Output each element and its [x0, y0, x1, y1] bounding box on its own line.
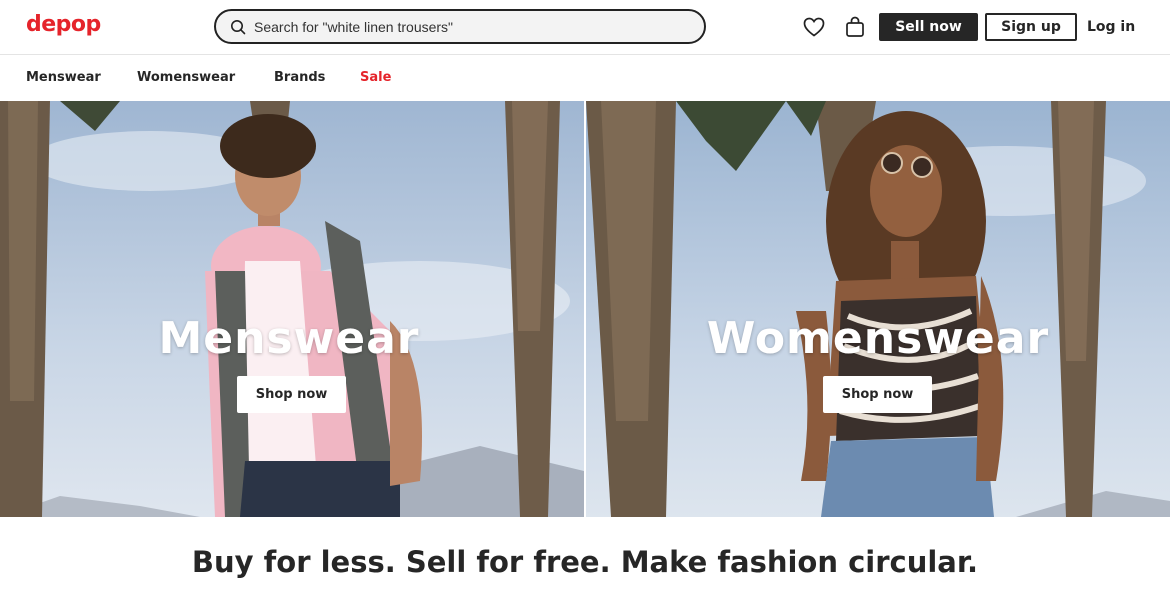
hero-womenswear-image	[586, 101, 1170, 517]
nav-item-brands[interactable]: Brands	[274, 70, 325, 85]
depop-logo[interactable]: depop	[26, 12, 101, 37]
search-icon	[231, 19, 246, 34]
hero-menswear-image	[0, 101, 584, 517]
heart-icon[interactable]	[802, 15, 826, 39]
hero-menswear[interactable]: Menswear Shop now	[0, 101, 584, 517]
bag-icon[interactable]	[843, 15, 867, 39]
sign-up-button[interactable]: Sign up	[985, 13, 1077, 41]
nav-item-menswear[interactable]: Menswear	[26, 70, 101, 85]
category-nav: Menswear Womenswear Brands Sale	[0, 55, 1170, 101]
log-in-button[interactable]: Log in	[1087, 13, 1135, 41]
site-header: depop Sell now Sign up Log in	[0, 0, 1170, 55]
hero-womenswear-title: Womenswear	[706, 313, 1050, 364]
hero-womenswear[interactable]: Womenswear Shop now	[586, 101, 1170, 517]
hero-menswear-title: Menswear	[158, 313, 420, 364]
sell-now-button[interactable]: Sell now	[879, 13, 978, 41]
nav-item-sale[interactable]: Sale	[360, 70, 391, 85]
search-input[interactable]	[254, 18, 674, 35]
shop-menswear-button[interactable]: Shop now	[237, 376, 346, 413]
shop-womenswear-button[interactable]: Shop now	[823, 376, 932, 413]
tagline: Buy for less. Sell for free. Make fashio…	[191, 545, 979, 579]
nav-item-womenswear[interactable]: Womenswear	[137, 70, 235, 85]
search-bar[interactable]	[214, 9, 706, 44]
